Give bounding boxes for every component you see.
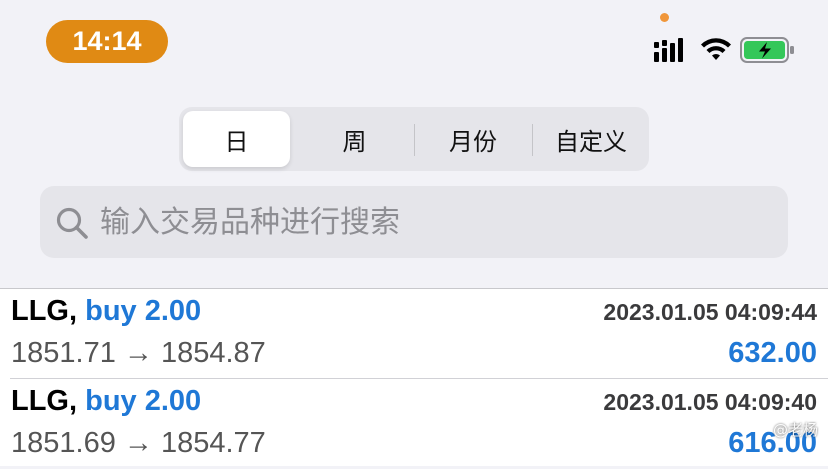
symbol-name: LLG, — [11, 295, 78, 327]
trade-row[interactable]: LLG, buy 2.00 2023.01.05 04:09:40 1851.6… — [0, 379, 828, 469]
search-bar[interactable] — [40, 186, 788, 258]
watermark: @老杨 — [772, 421, 818, 439]
trade-title: LLG, buy 2.00 — [11, 385, 201, 418]
trade-type-volume: buy 2.00 — [85, 385, 202, 417]
cellular-signal-icon — [654, 38, 683, 62]
privacy-indicator-dot — [660, 13, 669, 22]
search-icon — [56, 207, 88, 239]
wifi-icon — [701, 38, 731, 60]
trade-profit: 632.00 — [728, 337, 817, 369]
trade-prices: 1851.69 → 1854.77 — [11, 427, 266, 459]
battery-charging-icon — [740, 37, 794, 63]
period-segmented-control: 日 周 月份 自定义 — [179, 107, 649, 171]
tab-day[interactable]: 日 — [183, 111, 290, 167]
tab-week[interactable]: 周 — [297, 107, 412, 171]
status-time: 14:14 — [46, 20, 168, 63]
trade-type-volume: buy 2.00 — [85, 295, 202, 327]
trade-timestamp: 2023.01.05 04:09:44 — [603, 299, 817, 325]
symbol-name: LLG, — [11, 385, 78, 417]
tab-month[interactable]: 月份 — [415, 107, 531, 171]
search-input[interactable] — [100, 186, 760, 258]
trade-history-list: LLG, buy 2.00 2023.01.05 04:09:44 1851.7… — [0, 288, 828, 466]
trade-prices: 1851.71 → 1854.87 — [11, 337, 266, 369]
trade-title: LLG, buy 2.00 — [11, 295, 201, 328]
trade-timestamp: 2023.01.05 04:09:40 — [603, 389, 817, 415]
trade-row[interactable]: LLG, buy 2.00 2023.01.05 04:09:44 1851.7… — [0, 289, 828, 379]
tab-custom[interactable]: 自定义 — [533, 107, 649, 171]
